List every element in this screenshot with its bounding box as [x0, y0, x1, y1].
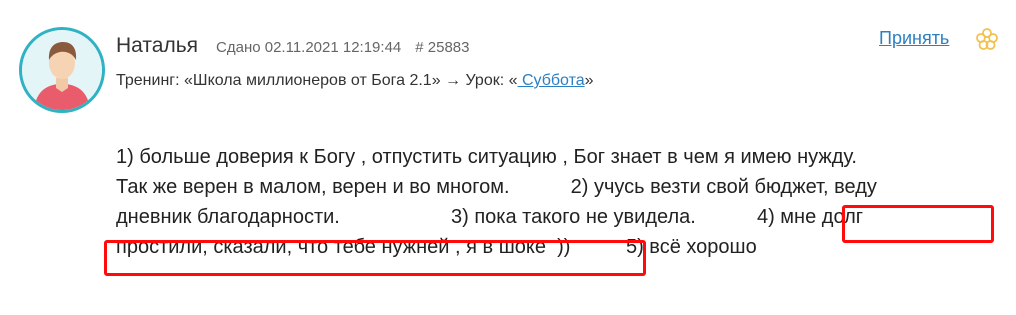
answer-line-4: простили, сказали, что тебе нужней , я в… — [116, 236, 757, 258]
answer-header: Наталья Сдано 02.11.2021 12:19:44 # 2588… — [116, 34, 470, 58]
answer-line-1: 1) больше доверия к Богу , отпустить сит… — [116, 146, 857, 168]
lesson-suffix: » — [584, 72, 594, 89]
submitted-date: Сдано 02.11.2021 12:19:44 — [216, 39, 402, 56]
answer-line-3: дневник благодарности. 3) пока такого не… — [116, 206, 864, 228]
flower-icon[interactable] — [975, 27, 999, 51]
user-avatar-icon — [22, 30, 102, 110]
answer-line-2: Так же верен в малом, верен и во многом.… — [116, 176, 877, 198]
lesson-line: Тренинг: «Школа миллионеров от Бога 2.1»… — [116, 72, 594, 90]
answer-text: 1) больше доверия к Богу , отпустить сит… — [116, 142, 1006, 262]
lesson-prefix: Тренинг: «Школа миллионеров от Бога 2.1»… — [116, 72, 518, 89]
author-name: Наталья — [116, 34, 199, 57]
accept-button[interactable]: Принять — [879, 28, 949, 49]
answer-number: # 25883 — [415, 39, 470, 56]
lesson-link[interactable]: Суббота — [518, 72, 585, 89]
avatar — [19, 27, 105, 113]
